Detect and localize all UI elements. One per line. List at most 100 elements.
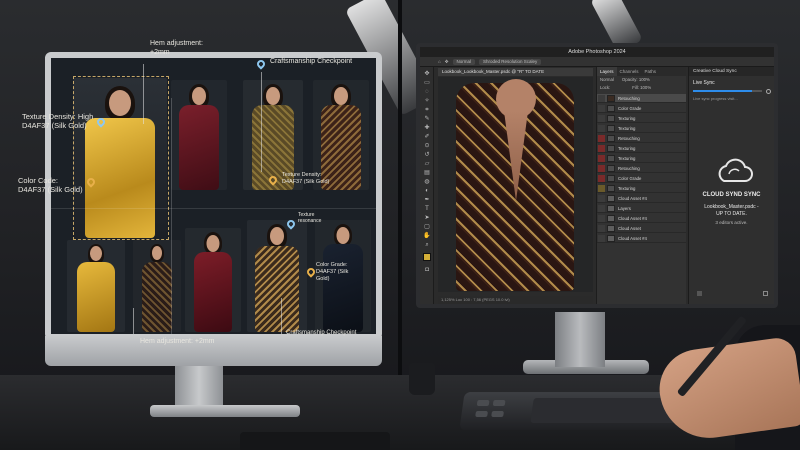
layer-thumbnail	[607, 95, 615, 102]
folder-icon	[607, 105, 615, 112]
layer-row[interactable]: Cloud Asset #4	[597, 214, 686, 223]
lookbook-tile-gold-satin[interactable]	[67, 240, 125, 332]
quick-mask-icon[interactable]: ◘	[423, 267, 431, 273]
visibility-eye-icon[interactable]	[598, 135, 605, 142]
crop-tool-icon[interactable]: ⌗	[423, 107, 431, 113]
mode-select[interactable]: Normal	[452, 58, 476, 65]
photoshop-window: Adobe Photoshop 2024 ⌂ ✥ Normal Shroded …	[420, 47, 774, 304]
stamp-tool-icon[interactable]: ⊙	[423, 143, 431, 149]
layer-row[interactable]: Cloud Asset #4	[597, 234, 686, 243]
visibility-eye-icon[interactable]	[598, 125, 605, 132]
tab-paths[interactable]: Paths	[642, 67, 660, 76]
selection-frame	[73, 76, 169, 240]
layer-row[interactable]: Texturing	[597, 114, 686, 123]
eraser-tool-icon[interactable]: ▱	[423, 161, 431, 167]
lookbook-tile-burgundy-robe[interactable]	[171, 80, 227, 190]
visibility-eye-icon[interactable]	[598, 155, 605, 162]
path-selection-icon[interactable]: ➤	[423, 215, 431, 221]
folder-icon	[607, 125, 615, 132]
tab-channels[interactable]: Channels	[617, 67, 642, 76]
visibility-eye-icon[interactable]	[598, 145, 605, 152]
type-tool-icon[interactable]: T	[423, 206, 431, 212]
tablet-express-key[interactable]	[475, 411, 488, 417]
healing-brush-icon[interactable]: ✚	[423, 125, 431, 131]
layer-row[interactable]: Texturing	[597, 124, 686, 133]
tab-layers[interactable]: Layers	[597, 67, 617, 76]
layer-row[interactable]: Cloud Asset	[597, 224, 686, 233]
visibility-eye-icon[interactable]	[598, 195, 605, 202]
foreground-color-swatch[interactable]	[423, 253, 431, 261]
visibility-eye-icon[interactable]	[598, 165, 605, 172]
folder-icon	[607, 145, 615, 152]
layer-name: Retouching	[618, 96, 640, 101]
marquee-tool-icon[interactable]: ▭	[423, 80, 431, 86]
eyedropper-tool-icon[interactable]: ✎	[423, 116, 431, 122]
checkpoint-pin-icon[interactable]	[255, 58, 267, 72]
cloud-sync-file: Lookbook_Master.psdc -	[704, 204, 759, 210]
sync-status-icon[interactable]	[766, 89, 771, 94]
layer-row[interactable]: Retouching	[597, 94, 686, 103]
layer-row[interactable]: Cloud Asset #4	[597, 194, 686, 203]
home-icon[interactable]: ⌂	[438, 59, 441, 64]
visibility-eye-icon[interactable]	[598, 175, 605, 182]
hand-tool-icon[interactable]: ✋	[423, 233, 431, 239]
keyboard	[240, 432, 390, 450]
panel-expand-icon[interactable]	[763, 291, 768, 296]
lasso-tool-icon[interactable]: ◌	[423, 89, 431, 95]
tablet-express-key[interactable]	[476, 400, 490, 406]
visibility-eye-icon[interactable]	[598, 225, 605, 232]
lookbook-tile-dark-brocade[interactable]	[133, 240, 181, 332]
layer-name: Color Grade	[618, 176, 642, 181]
layer-row[interactable]: Color Grade	[597, 104, 686, 113]
lookbook-grid-screen	[51, 58, 376, 334]
move-tool-icon[interactable]: ✥	[445, 59, 449, 65]
layer-row[interactable]: Texturing	[597, 154, 686, 163]
layer-row[interactable]: Retouching	[597, 134, 686, 143]
lookbook-tile-gold-embroidered[interactable]	[247, 220, 307, 332]
visibility-eye-icon[interactable]	[598, 115, 605, 122]
tablet-express-key[interactable]	[491, 411, 504, 417]
visibility-eye-icon[interactable]	[598, 235, 605, 242]
grid-guide	[51, 208, 376, 209]
visibility-eye-icon[interactable]	[598, 205, 605, 212]
visibility-eye-icon[interactable]	[598, 95, 605, 102]
annotation-line	[133, 308, 134, 334]
shape-tool-icon[interactable]: ▢	[423, 224, 431, 230]
tablet-express-key[interactable]	[492, 400, 506, 406]
gradient-tool-icon[interactable]: ▤	[423, 170, 431, 176]
annotation-line	[143, 64, 144, 124]
visibility-eye-icon[interactable]	[598, 185, 605, 192]
fill-field[interactable]: Fill: 100%	[632, 84, 651, 92]
zoom-tool-icon[interactable]: ⌕	[423, 242, 431, 248]
dodge-tool-icon[interactable]: ◐	[423, 188, 431, 194]
layer-row[interactable]: Color Grade	[597, 174, 686, 183]
resonance-pin-icon[interactable]	[285, 218, 297, 232]
texture-mid-pin-icon[interactable]	[267, 174, 279, 188]
texture-pin-icon[interactable]	[95, 116, 107, 130]
preset-select[interactable]: Shroded Resolution Scaley	[479, 58, 542, 65]
blend-mode-select[interactable]: Normal	[600, 76, 614, 84]
document-tab[interactable]: Lookbook_Lookbook_Master.psdc @ "R" TO D…	[438, 68, 593, 76]
layer-name: Texturing	[618, 116, 636, 121]
lookbook-tile-velvet-dress[interactable]	[185, 228, 241, 332]
visibility-eye-icon[interactable]	[598, 215, 605, 222]
blur-tool-icon[interactable]: ◍	[423, 179, 431, 185]
visibility-eye-icon[interactable]	[598, 105, 605, 112]
layer-row[interactable]: Retouching	[597, 164, 686, 173]
magic-wand-tool-icon[interactable]: ✧	[423, 98, 431, 104]
lock-row: Lock: Fill: 100%	[597, 84, 686, 92]
move-tool-icon[interactable]: ✥	[423, 71, 431, 77]
document-canvas[interactable]	[438, 77, 593, 292]
brush-tool-icon[interactable]: ✐	[423, 134, 431, 140]
layer-thumbnail	[607, 225, 615, 232]
sync-progress-bar	[693, 90, 762, 92]
layer-row[interactable]: Layers	[597, 204, 686, 213]
history-brush-icon[interactable]: ↺	[423, 152, 431, 158]
layer-row[interactable]: Texturing	[597, 184, 686, 193]
color-grade-note: Color Grade: D4AF37 (Silk Gold)	[316, 262, 349, 282]
panel-menu-icon[interactable]	[697, 291, 702, 296]
color-pin-icon[interactable]	[85, 176, 97, 190]
opacity-field[interactable]: Opacity: 100%	[622, 76, 650, 84]
pen-tool-icon[interactable]: ✒	[423, 197, 431, 203]
layer-row[interactable]: Texturing	[597, 144, 686, 153]
